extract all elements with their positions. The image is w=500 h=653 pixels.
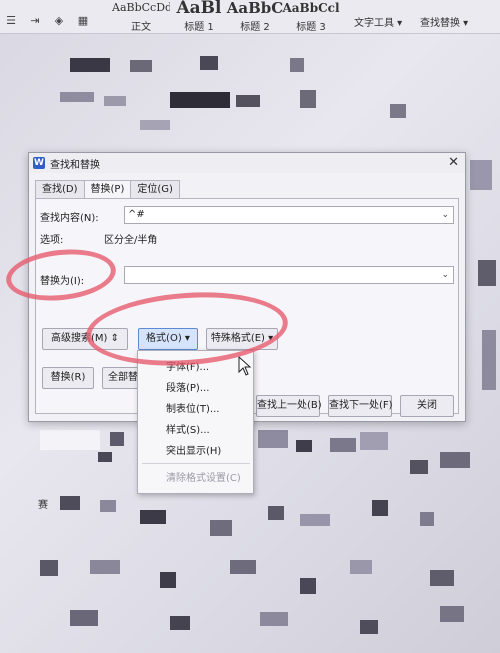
dialog-title-bar[interactable]: W 查找和替换 ✕ bbox=[29, 153, 465, 173]
chevron-down-icon[interactable]: ⌄ bbox=[441, 207, 449, 223]
find-replace-button[interactable]: 查找替换 ▾ bbox=[420, 14, 468, 29]
style-heading-3[interactable]: AaBbCcl 标题 3 bbox=[282, 0, 340, 33]
doc-text-fragment: 赛 bbox=[38, 500, 48, 511]
style-label: 标题 2 bbox=[240, 22, 270, 33]
menu-item-highlight[interactable]: 突出显示(H) bbox=[166, 442, 221, 457]
wps-writer-icon: W bbox=[33, 157, 45, 169]
mouse-pointer-icon bbox=[238, 356, 252, 376]
menu-item-tabs[interactable]: 制表位(T)... bbox=[166, 400, 219, 415]
format-dropdown-menu: 字体(F)... 段落(P)... 制表位(T)... 样式(S)... 突出显… bbox=[137, 350, 254, 494]
close-button[interactable]: 关闭 bbox=[400, 395, 454, 417]
border-icon[interactable]: ▦ bbox=[76, 14, 90, 27]
dialog-tabs: 查找(D) 替换(P) 定位(G) bbox=[35, 180, 180, 199]
style-normal[interactable]: AaBbCcDd 正文 bbox=[112, 0, 170, 33]
find-replace-label: 查找替换 bbox=[420, 18, 460, 29]
tab-goto[interactable]: 定位(G) bbox=[130, 180, 180, 198]
ribbon-toolbar: ☰ ⇥ ◈ ▦ AaBbCcDd 正文 AaBl 标题 1 AaBbC 标题 2… bbox=[0, 0, 500, 34]
menu-item-clear-format: 清除格式设置(C) bbox=[166, 473, 241, 484]
replace-input[interactable]: ⌄ bbox=[124, 266, 454, 284]
style-label: 标题 3 bbox=[296, 22, 326, 33]
tab-find[interactable]: 查找(D) bbox=[35, 180, 85, 198]
find-previous-button[interactable]: 查找上一处(B) bbox=[256, 395, 322, 417]
style-heading-2[interactable]: AaBbC 标题 2 bbox=[226, 0, 284, 33]
ribbon-icon-group: ☰ ⇥ ◈ ▦ bbox=[4, 14, 90, 27]
dialog-title: 查找和替换 bbox=[50, 159, 100, 171]
shading-icon[interactable]: ◈ bbox=[52, 14, 66, 27]
text-tools-label: 文字工具 bbox=[354, 18, 394, 29]
style-heading-1[interactable]: AaBl 标题 1 bbox=[170, 0, 228, 33]
style-preview: AaBbCcDd bbox=[112, 1, 170, 14]
style-preview: AaBl bbox=[176, 0, 222, 16]
options-label: 选项: bbox=[40, 235, 64, 246]
find-input-value: ^# bbox=[128, 209, 145, 220]
tab-replace[interactable]: 替换(P) bbox=[83, 180, 132, 199]
menu-item-paragraph[interactable]: 段落(P)... bbox=[166, 379, 209, 394]
indent-icon[interactable]: ⇥ bbox=[28, 14, 42, 27]
style-preview: AaBbCcl bbox=[282, 1, 340, 15]
options-value: 区分全/半角 bbox=[104, 235, 158, 246]
chevron-down-icon[interactable]: ⌄ bbox=[441, 267, 449, 283]
menu-separator bbox=[142, 463, 250, 464]
style-preview: AaBbC bbox=[226, 0, 284, 16]
text-tools-button[interactable]: 文字工具 ▾ bbox=[354, 14, 402, 29]
find-next-button[interactable]: 查找下一处(F) bbox=[328, 395, 393, 417]
replace-button[interactable]: 替换(R) bbox=[42, 367, 94, 389]
style-label: 标题 1 bbox=[184, 22, 214, 33]
find-input[interactable]: ^# ⌄ bbox=[124, 206, 454, 224]
find-label: 查找内容(N): bbox=[40, 213, 99, 224]
list-icon[interactable]: ☰ bbox=[4, 14, 18, 27]
menu-item-style[interactable]: 样式(S)... bbox=[166, 421, 210, 436]
close-icon[interactable]: ✕ bbox=[448, 155, 459, 170]
style-label: 正文 bbox=[131, 22, 151, 33]
